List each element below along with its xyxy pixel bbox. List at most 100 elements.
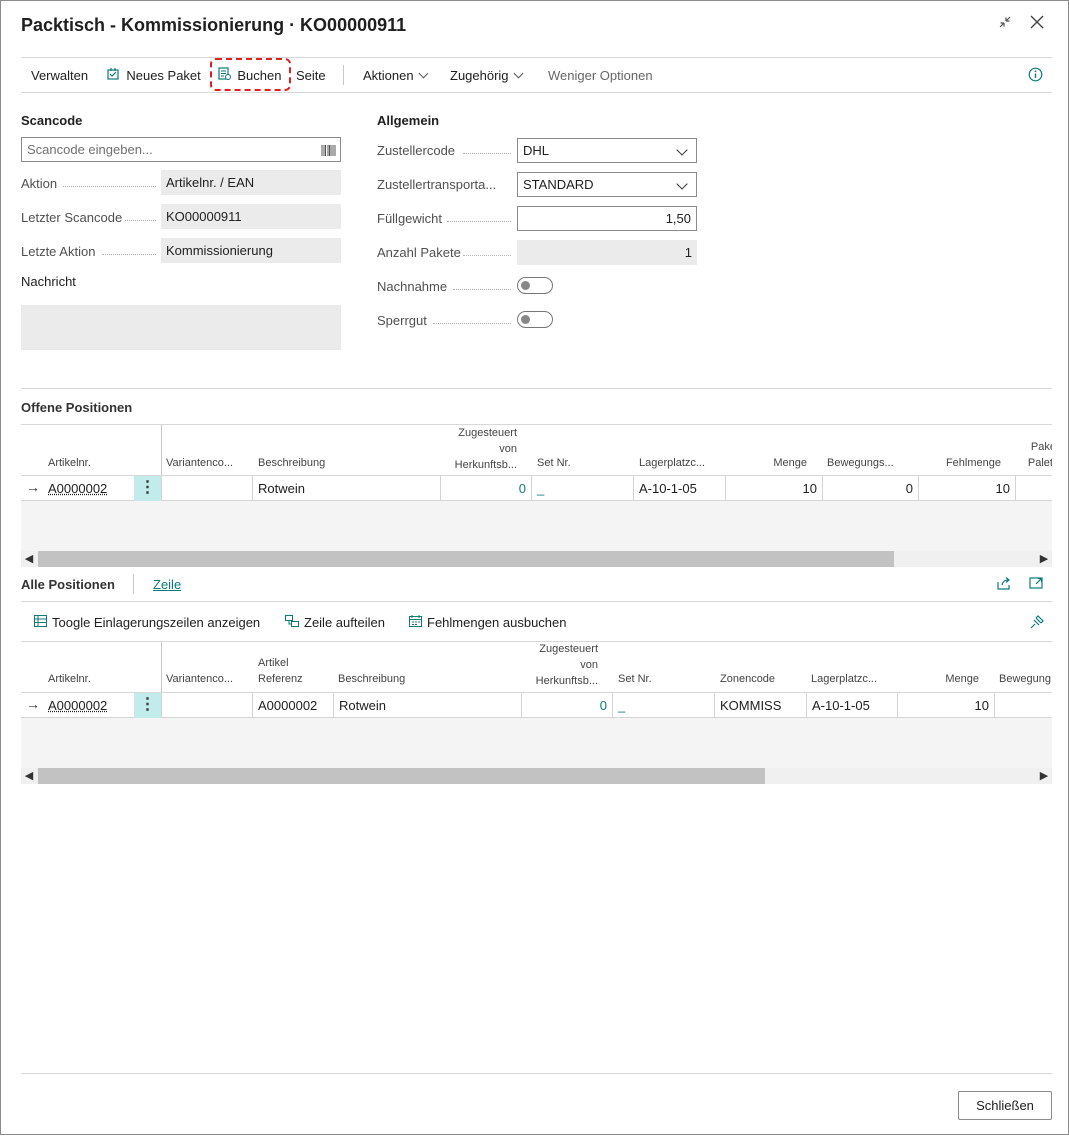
close-icon[interactable]: [1025, 13, 1049, 37]
col-zugesteuert-line2: von: [499, 443, 517, 455]
chevron-down-icon: [676, 144, 688, 156]
cell-variantencode[interactable]: [161, 693, 253, 718]
pin-icon[interactable]: [1029, 615, 1044, 633]
chevron-down-icon: [418, 68, 429, 79]
col-zugesteuert-line1: Zugesteuert: [458, 427, 517, 439]
divider: [21, 1073, 1052, 1074]
zugehoerig-menu[interactable]: Zugehörig: [450, 67, 523, 85]
cell-lagerplatz[interactable]: A-10-1-05: [807, 693, 898, 718]
row-menu-icon[interactable]: ⋮: [134, 476, 161, 501]
offene-positionen-heading: Offene Positionen: [21, 400, 132, 415]
scroll-left-icon[interactable]: ◀: [21, 551, 37, 567]
leader-dots: [125, 219, 156, 221]
verwalten-button[interactable]: Verwalten: [31, 67, 88, 85]
sperrgut-toggle[interactable]: [517, 311, 553, 328]
offene-positionen-grid: Artikelnr. Variantenco... Beschreibung Z…: [21, 425, 1052, 570]
zeile-aufteilen-button[interactable]: Zeile aufteilen: [285, 614, 385, 632]
fuellgewicht-label: Füllgewicht: [377, 211, 443, 226]
horizontal-scrollbar[interactable]: ◀ ▶: [21, 768, 1052, 784]
cell-bewegung[interactable]: 0: [823, 476, 919, 501]
letzte-aktion-value: Kommissionierung: [161, 238, 341, 263]
cell-zugesteuert[interactable]: 0: [441, 476, 532, 501]
cell-fehlmenge[interactable]: 10: [919, 476, 1016, 501]
row-menu-icon[interactable]: ⋮: [134, 693, 161, 718]
scancode-input[interactable]: Scancode eingeben...: [21, 137, 341, 162]
cell-menge[interactable]: 10: [726, 476, 823, 501]
share-icon[interactable]: [997, 576, 1012, 593]
table-row[interactable]: → A0000002 ⋮ Rotwein 0 _ A-10-1-05 10 0 …: [21, 476, 1052, 501]
scrollbar-thumb[interactable]: [38, 768, 765, 784]
fehlmengen-ausbuchen-button[interactable]: Fehlmengen ausbuchen: [409, 614, 567, 632]
seite-button[interactable]: Seite: [296, 67, 326, 85]
horizontal-scrollbar[interactable]: ◀ ▶: [21, 551, 1052, 567]
aktion-label: Aktion: [21, 176, 58, 191]
col-zugesteuert[interactable]: Zugesteuert von Herkunftsb...: [519, 642, 598, 689]
cell-artikelnr[interactable]: A0000002: [43, 476, 135, 501]
cell-beschreibung[interactable]: Rotwein: [253, 476, 441, 501]
cell-menge[interactable]: 10: [898, 693, 995, 718]
fuellgewicht-input[interactable]: 1,50: [517, 206, 697, 231]
scroll-right-icon[interactable]: ▶: [1036, 768, 1052, 784]
nachricht-label: Nachricht: [21, 274, 76, 289]
cell-lagerplatz[interactable]: A-10-1-05: [634, 476, 726, 501]
barcode-icon[interactable]: [321, 144, 336, 159]
cell-zugesteuert[interactable]: 0: [522, 693, 613, 718]
col-set-nr[interactable]: Set Nr.: [618, 671, 652, 687]
header-divider: [161, 642, 162, 692]
cell-artikel-referenz[interactable]: A0000002: [253, 693, 334, 718]
cell-artikelnr[interactable]: A0000002: [43, 693, 135, 718]
tab-zeile[interactable]: Zeile: [153, 576, 181, 594]
header-divider: [161, 425, 162, 475]
info-icon[interactable]: [1028, 67, 1043, 85]
col-bewegung[interactable]: Bewegungs...: [827, 455, 894, 471]
cell-zonencode[interactable]: KOMMISS: [715, 693, 807, 718]
col-beschreibung[interactable]: Beschreibung: [258, 455, 325, 471]
list-icon: [34, 615, 47, 630]
neues-paket-button[interactable]: Neues Paket: [107, 67, 201, 85]
col-bewegung[interactable]: Bewegung: [999, 671, 1051, 687]
col-variantencode[interactable]: Variantenco...: [166, 455, 233, 471]
scroll-right-icon[interactable]: ▶: [1036, 551, 1052, 567]
col-artikelnr[interactable]: Artikelnr.: [48, 671, 91, 687]
zustellercode-select[interactable]: DHL: [517, 138, 697, 163]
table-row[interactable]: → A0000002 ⋮ A0000002 Rotwein 0 _ KOMMIS…: [21, 693, 1052, 718]
col-paket-palette[interactable]: Pake Palett: [1016, 439, 1052, 471]
aktionen-menu[interactable]: Aktionen: [363, 67, 429, 85]
leader-dots: [102, 253, 156, 255]
cell-set-nr[interactable]: _: [613, 693, 715, 718]
col-set-nr[interactable]: Set Nr.: [537, 455, 571, 471]
col-zugesteuert[interactable]: Zugesteuert von Herkunftsb...: [439, 425, 517, 473]
col-beschreibung[interactable]: Beschreibung: [338, 671, 405, 687]
toggle-einlagerung-label: Toogle Einlagerungszeilen anzeigen: [52, 615, 261, 630]
weniger-optionen-button[interactable]: Weniger Optionen: [548, 67, 653, 85]
schliessen-button[interactable]: Schließen: [958, 1091, 1052, 1120]
col-paket-line1: Pake: [1030, 441, 1052, 453]
scroll-left-icon[interactable]: ◀: [21, 768, 37, 784]
cell-bewegung[interactable]: [995, 693, 1052, 718]
nachnahme-label: Nachnahme: [377, 279, 448, 294]
zustellertransport-label: Zustellertransporta...: [377, 177, 497, 192]
split-icon: [285, 615, 299, 630]
col-lagerplatz[interactable]: Lagerplatzc...: [811, 671, 877, 687]
col-menge[interactable]: Menge: [731, 455, 807, 471]
leader-dots: [453, 288, 511, 290]
collapse-icon[interactable]: [993, 13, 1017, 37]
col-menge[interactable]: Menge: [901, 671, 979, 687]
col-artikel-referenz[interactable]: Artikel Referenz: [258, 655, 303, 687]
expand-icon[interactable]: [1029, 576, 1044, 593]
scrollbar-thumb[interactable]: [38, 551, 894, 567]
cell-beschreibung[interactable]: Rotwein: [334, 693, 522, 718]
col-zonencode[interactable]: Zonencode: [720, 671, 775, 687]
zustellertransport-select[interactable]: STANDARD: [517, 172, 697, 197]
calendar-icon: [409, 615, 422, 630]
sperrgut-label: Sperrgut: [377, 313, 427, 328]
col-variantencode[interactable]: Variantenco...: [166, 671, 233, 687]
toggle-einlagerung-button[interactable]: Toogle Einlagerungszeilen anzeigen: [34, 614, 260, 632]
col-lagerplatz[interactable]: Lagerplatzc...: [639, 455, 705, 471]
nachnahme-toggle[interactable]: [517, 277, 553, 294]
nachricht-value: [21, 305, 341, 350]
cell-set-nr[interactable]: _: [532, 476, 634, 501]
col-artikelnr[interactable]: Artikelnr.: [48, 455, 91, 471]
cell-variantencode[interactable]: [161, 476, 253, 501]
col-fehlmenge[interactable]: Fehlmenge: [921, 455, 1001, 471]
